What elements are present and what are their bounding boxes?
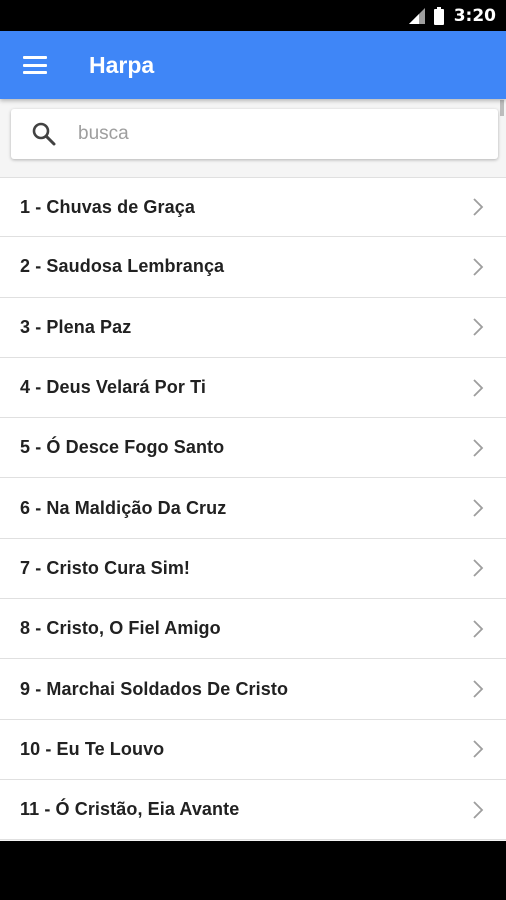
chevron-right-icon	[473, 318, 484, 336]
app-bar: Harpa	[0, 31, 506, 99]
song-title: 3 - Plena Paz	[20, 316, 132, 337]
app-title: Harpa	[89, 51, 155, 78]
list-item[interactable]: 3 - Plena Paz	[0, 297, 506, 358]
list-item[interactable]: 7 - Cristo Cura Sim!	[0, 538, 506, 600]
status-time: 3:20	[453, 5, 496, 26]
hamburger-menu-icon	[23, 56, 47, 74]
status-bar: 3:20	[0, 0, 506, 31]
chevron-right-icon	[473, 198, 484, 216]
search-bar[interactable]	[11, 109, 498, 159]
list-item[interactable]: 2 - Saudosa Lembrança	[0, 237, 506, 298]
signal-icon	[408, 7, 425, 24]
list-item[interactable]: 9 - Marchai Soldados De Cristo	[0, 659, 506, 720]
song-title: 2 - Saudosa Lembrança	[20, 256, 225, 277]
list-item[interactable]: 10 - Eu Te Louvo	[0, 719, 506, 780]
song-title: 4 - Deus Velará Por Ti	[20, 377, 206, 398]
list-item[interactable]: 8 - Cristo, O Fiel Amigo	[0, 599, 506, 660]
hamburger-menu-button[interactable]	[0, 31, 70, 99]
search-icon	[32, 122, 56, 146]
chevron-right-icon	[473, 680, 484, 698]
song-title: 7 - Cristo Cura Sim!	[20, 557, 191, 578]
chevron-right-icon	[473, 559, 484, 578]
song-list: 1 - Chuvas de Graça 2 - Saudosa Lembrança…	[0, 177, 506, 841]
chevron-right-icon	[473, 620, 484, 638]
chevron-right-icon	[473, 258, 484, 276]
song-title: 9 - Marchai Soldados De Cristo	[20, 678, 289, 699]
list-item[interactable]: 4 - Deus Velará Por Ti	[0, 357, 506, 419]
navigation-bar-area	[0, 841, 506, 900]
list-item[interactable]: 6 - Na Maldição Da Cruz	[0, 478, 506, 539]
chevron-right-icon	[473, 499, 484, 517]
song-title: 6 - Na Maldição Da Cruz	[20, 497, 227, 518]
main-content: 1 - Chuvas de Graça 2 - Saudosa Lembrança…	[0, 99, 506, 841]
song-title: 1 - Chuvas de Graça	[20, 196, 195, 217]
song-title: 8 - Cristo, O Fiel Amigo	[20, 618, 221, 639]
chevron-right-icon	[473, 378, 484, 397]
chevron-right-icon	[473, 439, 484, 457]
chevron-right-icon	[473, 740, 484, 758]
list-item[interactable]: 1 - Chuvas de Graça	[0, 177, 506, 238]
battery-icon	[433, 6, 444, 25]
song-title: 5 - Ó Desce Fogo Santo	[20, 437, 225, 458]
song-title: 11 - Ó Cristão, Eia Avante	[20, 799, 240, 820]
list-item[interactable]: 11 - Ó Cristão, Eia Avante	[0, 779, 506, 841]
chevron-right-icon	[473, 800, 484, 819]
song-title: 10 - Eu Te Louvo	[20, 738, 165, 759]
list-item[interactable]: 5 - Ó Desce Fogo Santo	[0, 418, 506, 479]
scrollbar-thumb[interactable]	[500, 100, 504, 116]
search-input[interactable]	[78, 123, 458, 145]
